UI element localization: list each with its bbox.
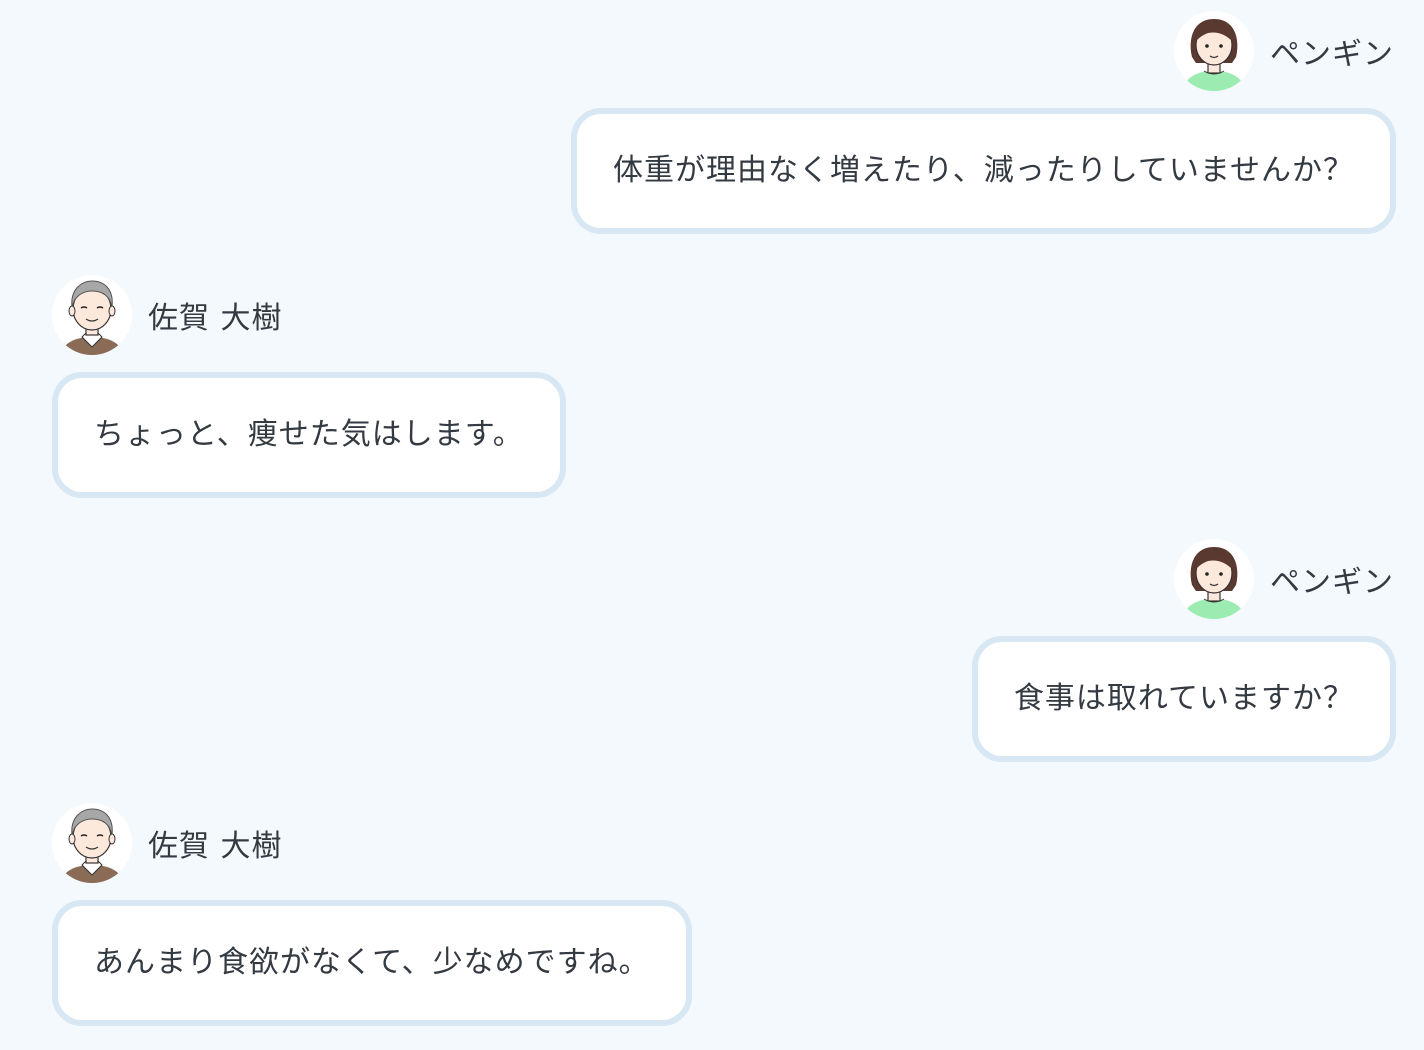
speaker-name: ペンギン (1270, 37, 1394, 72)
woman-avatar-icon (1174, 11, 1254, 91)
woman-avatar-icon (1174, 539, 1254, 619)
chat-bubble-2: ちょっと、痩せた気はします。 (52, 372, 566, 498)
message-header-3: ペンギン (1174, 539, 1394, 619)
speaker-name: ペンギン (1270, 565, 1394, 600)
speaker-name: 佐賀 大樹 (148, 301, 283, 336)
elderly-man-avatar-icon (52, 803, 132, 883)
elderly-man-avatar-icon (52, 275, 132, 355)
chat-bubble-1: 体重が理由なく増えたり、減ったりしていませんか？ (571, 108, 1396, 234)
message-header-1: ペンギン (1174, 11, 1394, 91)
chat-bubble-3: 食事は取れていますか？ (971, 636, 1396, 762)
chat-bubble-4: あんまり食欲がなくて、少なめですね。 (52, 900, 692, 1026)
message-header-4: 佐賀 大樹 (52, 803, 283, 883)
speaker-name: 佐賀 大樹 (148, 829, 283, 864)
message-header-2: 佐賀 大樹 (52, 275, 283, 355)
